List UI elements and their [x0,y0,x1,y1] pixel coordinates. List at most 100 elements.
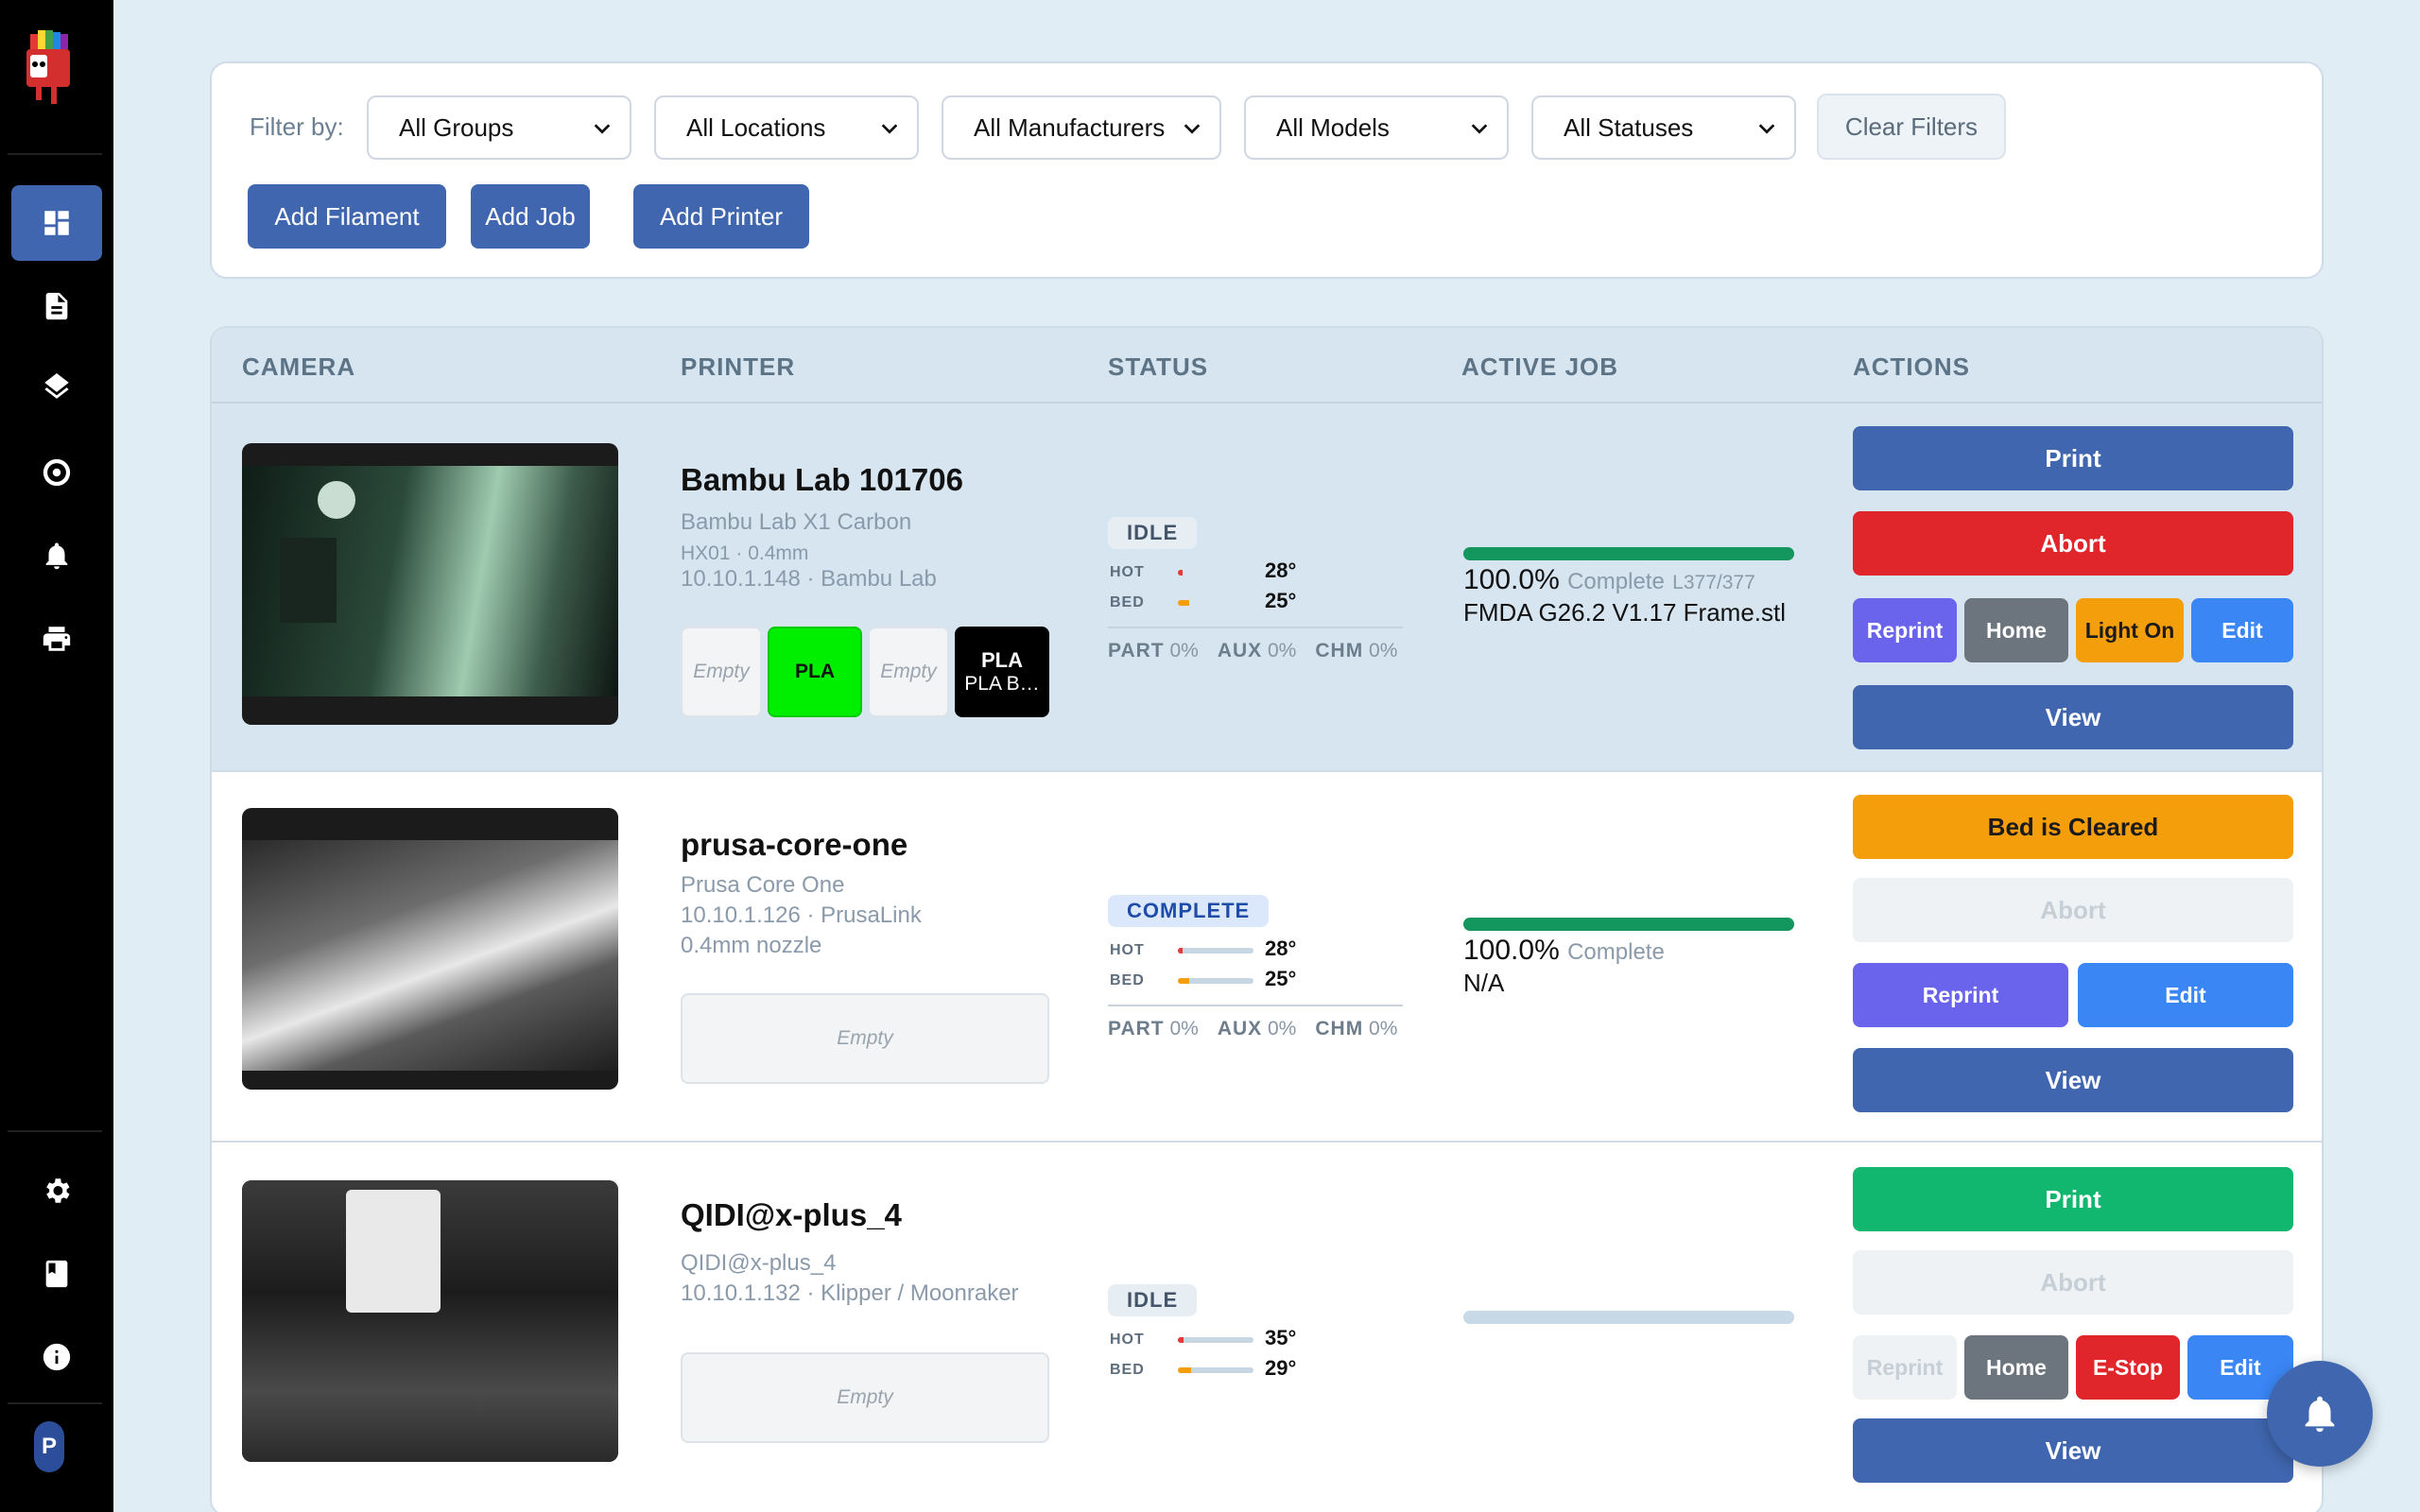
group-filter-value: All Groups [399,112,514,142]
bed-label: BED [1110,972,1145,988]
hot-bar [1178,1337,1253,1343]
nav-about[interactable] [11,1319,102,1395]
reprint-button[interactable]: Reprint [1853,598,1957,662]
model-filter-value: All Models [1276,112,1390,142]
table-row: prusa-core-one Prusa Core One 10.10.1.12… [212,774,2322,1143]
printer-nozzle: 0.4mm nozzle [681,933,822,958]
camera-feed[interactable] [242,808,618,1090]
filament-slot[interactable]: Empty [681,1352,1049,1443]
model-filter-select[interactable]: All Models [1244,95,1509,160]
dashboard-icon [44,211,69,235]
status-badge: IDLE [1108,517,1198,549]
bell-icon [2305,1396,2335,1433]
sidebar-divider [8,153,102,155]
bed-label: BED [1110,594,1145,610]
hot-label: HOT [1110,1332,1145,1348]
status-filter-value: All Statuses [1564,112,1694,142]
add-filament-button[interactable]: Add Filament [248,184,446,249]
reprint-button[interactable]: Reprint [1853,963,2068,1027]
nav-jobs[interactable] [11,268,102,344]
bed-temp: 29° [1265,1356,1297,1380]
sidebar-divider [8,1402,102,1404]
chevron-down-icon [881,124,898,134]
filament-slot[interactable]: Empty [681,627,762,717]
estop-button[interactable]: E-Stop [2076,1335,2180,1400]
nav-filament[interactable] [11,352,102,427]
header-active-job: ACTIVE JOB [1461,352,1619,381]
view-button[interactable]: View [1853,685,2293,749]
bed-label: BED [1110,1362,1145,1378]
home-button[interactable]: Home [1964,598,2068,662]
clear-filters-button[interactable]: Clear Filters [1817,94,2006,160]
hot-temp: 28° [1265,936,1297,960]
app-logo[interactable] [23,26,78,110]
nav-notifications[interactable] [11,518,102,593]
view-button[interactable]: View [1853,1418,2293,1483]
nav-docs[interactable] [11,1236,102,1312]
manufacturer-filter-select[interactable]: All Manufacturers [942,95,1221,160]
printer-model: Bambu Lab X1 Carbon [681,509,912,535]
table-row: Bambu Lab 101706 Bambu Lab X1 Carbon HX0… [212,404,2322,772]
job-filename: N/A [1463,969,1505,997]
job-progress-text: 100.0% Complete [1463,935,1665,966]
header-status: STATUS [1108,352,1209,381]
printer-name[interactable]: prusa-core-one [681,827,908,863]
hot-label: HOT [1110,564,1145,580]
light-toggle-button[interactable]: Light On [2076,598,2184,662]
book-icon [45,1260,68,1288]
filament-slot[interactable]: Empty [681,993,1049,1084]
nav-settings[interactable] [11,1153,102,1228]
print-button[interactable]: Print [1853,426,2293,490]
notifications-fab[interactable] [2267,1361,2373,1467]
camera-feed[interactable] [242,1180,618,1462]
job-filename: FMDA G26.2 V1.17 Frame.stl [1463,598,1787,627]
info-icon [43,1343,71,1371]
nav-spools[interactable] [11,435,102,510]
location-filter-value: All Locations [686,112,826,142]
hot-temp: 35° [1265,1326,1297,1349]
reprint-button[interactable]: Reprint [1853,1335,1957,1400]
hot-label: HOT [1110,942,1145,958]
sidebar: P [0,0,113,1512]
hot-bar [1178,948,1253,954]
abort-button[interactable]: Abort [1853,1250,2293,1314]
header-actions: ACTIONS [1853,352,1970,381]
header-camera: CAMERA [242,352,356,381]
nav-dashboard[interactable] [11,185,102,261]
fan-readout: PART 0% AUX 0% CHM 0% [1108,1005,1403,1040]
chevron-down-icon [1184,124,1201,134]
hot-temp: 28° [1265,558,1297,582]
status-filter-select[interactable]: All Statuses [1531,95,1796,160]
add-printer-button[interactable]: Add Printer [633,184,809,249]
job-progress-text: 100.0% Complete L377/377 [1463,564,1755,595]
printer-address: 10.10.1.148 · Bambu Lab [681,566,937,592]
nav-printers[interactable] [11,601,102,677]
layers-icon [44,373,69,399]
edit-button[interactable]: Edit [2191,598,2293,662]
printer-name[interactable]: Bambu Lab 101706 [681,462,963,498]
abort-button[interactable]: Abort [1853,878,2293,942]
abort-button[interactable]: Abort [1853,511,2293,576]
user-avatar[interactable]: P [34,1421,64,1472]
add-job-button[interactable]: Add Job [471,184,590,249]
camera-feed[interactable] [242,443,618,725]
location-filter-select[interactable]: All Locations [654,95,919,160]
chevron-down-icon [594,124,611,134]
bed-cleared-button[interactable]: Bed is Cleared [1853,795,2293,859]
printer-hardware: HX01 · 0.4mm [681,542,809,564]
bed-bar [1178,600,1253,606]
filter-card: Filter by: All Groups All Locations All … [210,61,2324,279]
filament-slot[interactable]: Empty [868,627,949,717]
print-button[interactable]: Print [1853,1167,2293,1231]
group-filter-select[interactable]: All Groups [367,95,631,160]
table-row: QIDI@x-plus_4 QIDI@x-plus_4 10.10.1.132 … [212,1144,2322,1512]
home-button[interactable]: Home [1964,1335,2068,1400]
manufacturer-filter-value: All Manufacturers [974,112,1166,142]
view-button[interactable]: View [1853,1048,2293,1112]
filament-slot[interactable]: PLA PLA B… [955,627,1049,717]
printer-name[interactable]: QIDI@x-plus_4 [681,1197,902,1233]
header-printer: PRINTER [681,352,796,381]
edit-button[interactable]: Edit [2078,963,2293,1027]
filter-label: Filter by: [250,112,344,141]
filament-slot[interactable]: PLA [768,627,862,717]
